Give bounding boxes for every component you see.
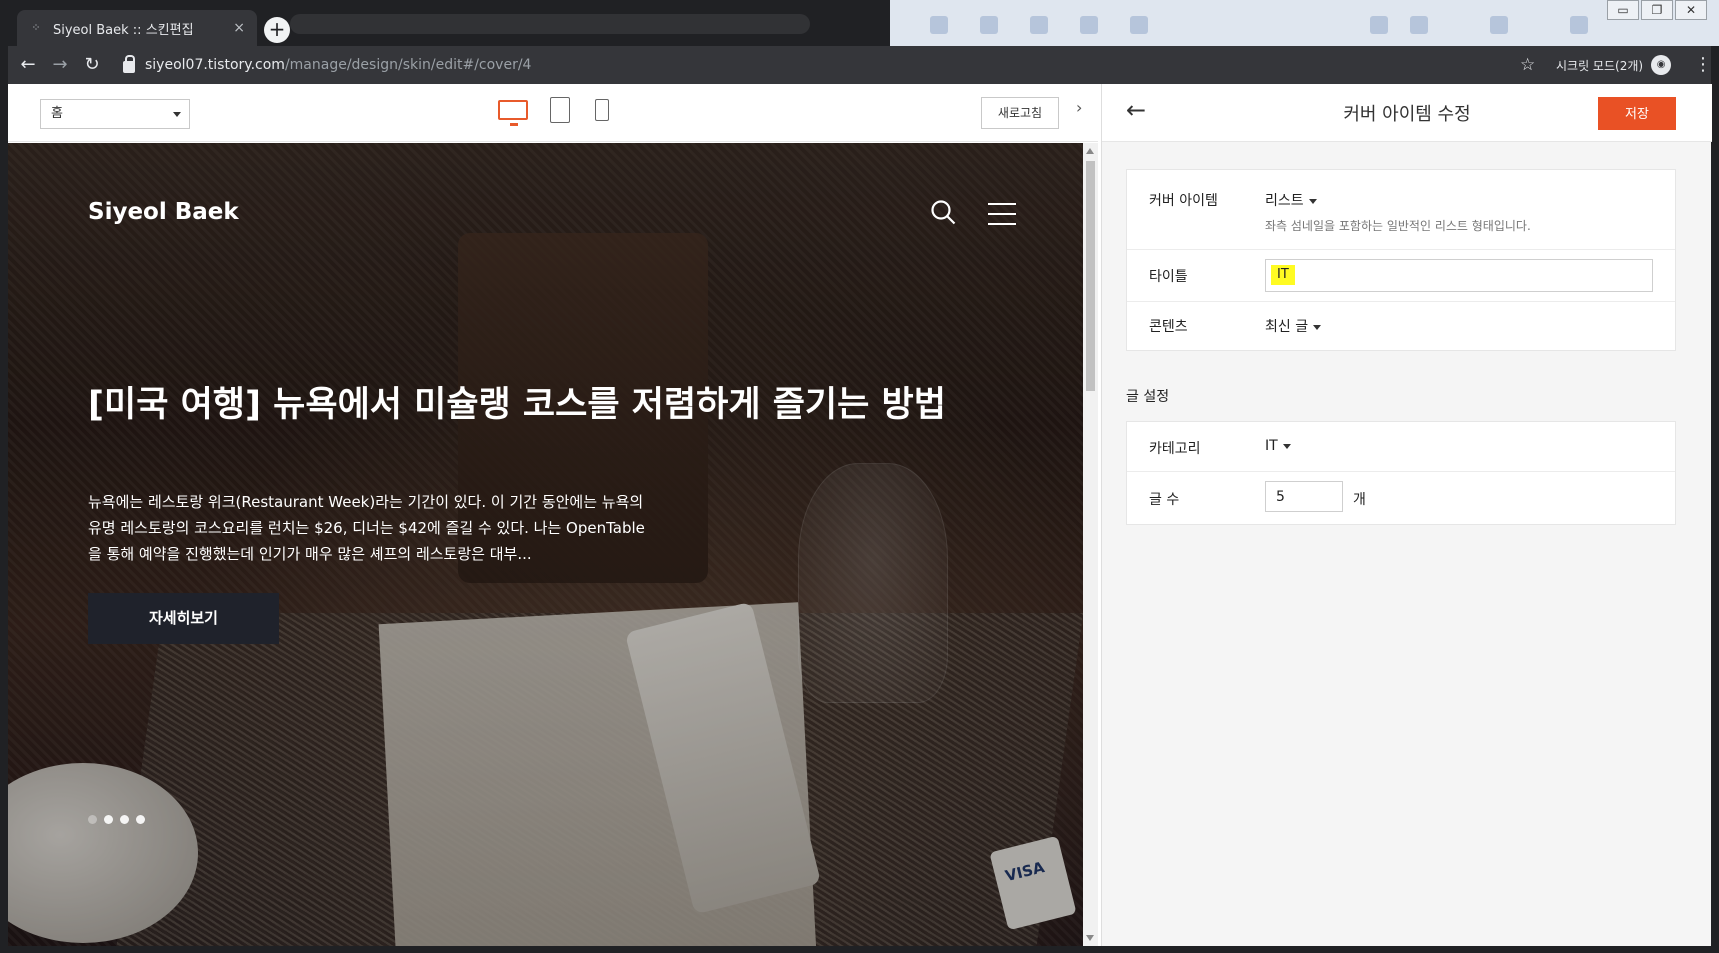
slide-dot[interactable] (104, 815, 113, 824)
cover-item-description: 좌측 섬네일을 포함하는 일반적인 리스트 형태입니다. (1265, 219, 1531, 233)
cover-item-row: 커버 아이템 리스트 좌측 섬네일을 포함하는 일반적인 리스트 형태입니다. (1127, 170, 1675, 250)
slide-dot[interactable] (120, 815, 129, 824)
browser-toolbar: ← → ↻ siyeol07.tistory.com/manage/design… (8, 46, 1712, 84)
title-input[interactable] (1265, 259, 1653, 292)
post-title[interactable]: [미국 여행] 뉴욕에서 미슐랭 코스를 저렴하게 즐기는 방법 (88, 383, 1008, 427)
cover-item-settings: 커버 아이템 리스트 좌측 섬네일을 포함하는 일반적인 리스트 형태입니다. … (1126, 169, 1676, 351)
background-toolbar-icon (1570, 16, 1588, 34)
blog-name[interactable]: Siyeol Baek (88, 199, 239, 225)
page-select-value: 홈 (51, 106, 63, 121)
title-row: 타이틀 IT (1127, 250, 1675, 302)
scroll-up-icon[interactable] (1086, 148, 1094, 154)
background-toolbar-icon (930, 16, 948, 34)
content-label: 콘텐츠 (1149, 319, 1188, 335)
title-label: 타이틀 (1149, 269, 1188, 285)
background-toolbar-icon (1490, 16, 1508, 34)
cover-item-value: 리스트 (1265, 193, 1304, 209)
browser-menu-icon[interactable]: ⋮ (1694, 50, 1712, 80)
chevron-down-icon (1308, 198, 1317, 204)
refresh-button[interactable]: 새로고침 (981, 97, 1059, 129)
count-row: 글 수 개 (1127, 472, 1675, 524)
background-toolbar-icon (1130, 16, 1148, 34)
scroll-thumb[interactable] (1086, 161, 1095, 391)
content-dropdown[interactable]: 최신 글 (1265, 316, 1322, 336)
preview-scrollbar[interactable] (1083, 143, 1098, 946)
browser-titlebar: ⁘ Siyeol Baek :: 스킨편집 × + ▭ ❐ ✕ (0, 0, 1719, 46)
incognito-label: 시크릿 모드(2개) (1556, 58, 1644, 73)
save-button[interactable]: 저장 (1598, 97, 1676, 130)
restore-button[interactable]: ❐ (1641, 0, 1673, 20)
content-value: 최신 글 (1265, 319, 1309, 335)
background-toolbar-icon (1080, 16, 1098, 34)
post-settings-heading: 글 설정 (1126, 389, 1170, 405)
bookmark-star-icon[interactable]: ☆ (1520, 50, 1535, 80)
window-controls: ▭ ❐ ✕ (1607, 0, 1707, 20)
post-settings: 카테고리 IT 글 수 개 (1126, 421, 1676, 525)
hamburger-menu-icon[interactable] (988, 203, 1016, 225)
cover-item-label: 커버 아이템 (1149, 193, 1218, 209)
slide-dot[interactable] (136, 815, 145, 824)
url-host: siyeol07.tistory.com (145, 57, 285, 73)
incognito-icon: ◉ (1651, 55, 1672, 75)
tab-title: Siyeol Baek :: 스킨편집 (53, 22, 194, 38)
panel-header: ← 커버 아이템 수정 저장 (1102, 84, 1712, 142)
chevron-down-icon (173, 112, 181, 117)
background-toolbar-icon (1030, 16, 1048, 34)
collapse-panel-icon[interactable]: › (1076, 98, 1082, 117)
background-toolbar-icon (1410, 16, 1428, 34)
background-window: ▭ ❐ ✕ (890, 0, 1719, 46)
incognito-indicator[interactable]: 시크릿 모드(2개) ◉ (1556, 50, 1672, 80)
tab-close-icon[interactable]: × (233, 20, 245, 36)
url-path: /manage/design/skin/edit#/cover/4 (284, 57, 532, 73)
background-toolbar-icon (1370, 16, 1388, 34)
content-row: 콘텐츠 최신 글 (1127, 302, 1675, 350)
post-excerpt: 뉴욕에는 레스토랑 위크(Restaurant Week)라는 기간이 있다. … (88, 493, 645, 563)
category-row: 카테고리 IT (1127, 422, 1675, 472)
new-tab-button[interactable]: + (264, 17, 290, 43)
read-more-button[interactable]: 자세히보기 (88, 593, 279, 644)
scroll-down-icon[interactable] (1086, 935, 1094, 941)
preview-toolbar: 홈 새로고침 › (8, 84, 1098, 142)
chevron-down-icon (1282, 443, 1291, 449)
lock-icon (123, 55, 135, 73)
back-arrow-icon[interactable]: ← (12, 49, 44, 81)
cover-item-dropdown[interactable]: 리스트 (1265, 190, 1317, 210)
address-bar[interactable]: siyeol07.tistory.com/manage/design/skin/… (123, 50, 1518, 80)
category-dropdown[interactable]: IT (1265, 438, 1291, 454)
search-icon[interactable] (930, 199, 956, 225)
title-input-value: IT (1271, 265, 1295, 285)
category-value: IT (1265, 438, 1278, 454)
slide-dot[interactable] (88, 815, 97, 824)
tistory-favicon-icon: ⁘ (31, 21, 41, 34)
browser-tab[interactable]: ⁘ Siyeol Baek :: 스킨편집 × (17, 10, 257, 46)
minimize-button[interactable]: ▭ (1607, 0, 1639, 20)
tablet-device-icon[interactable] (550, 97, 570, 123)
count-unit: 개 (1353, 492, 1366, 508)
desktop-device-icon[interactable] (498, 100, 528, 126)
cover-item-panel: ← 커버 아이템 수정 저장 커버 아이템 리스트 좌측 섬네일을 포함하는 일… (1101, 84, 1712, 946)
count-label: 글 수 (1149, 492, 1180, 508)
chevron-down-icon (1313, 324, 1322, 330)
slide-dots (88, 815, 145, 824)
page-select[interactable]: 홈 (40, 99, 190, 129)
blog-preview: VISA Siyeol Baek [미국 여행] 뉴욕에서 미슐랭 코스를 저렴… (8, 143, 1083, 946)
background-toolbar-icon (980, 16, 998, 34)
background-window-bar (290, 14, 810, 34)
category-label: 카테고리 (1149, 441, 1201, 457)
mobile-device-icon[interactable] (595, 99, 609, 121)
count-input[interactable] (1265, 481, 1343, 512)
forward-arrow-icon[interactable]: → (44, 49, 76, 81)
reload-icon[interactable]: ↻ (76, 49, 108, 81)
skin-editor-page: 홈 새로고침 › VISA Siyeol Baek [미국 여행] 뉴욕에서 미… (8, 84, 1712, 946)
close-window-button[interactable]: ✕ (1675, 0, 1707, 20)
